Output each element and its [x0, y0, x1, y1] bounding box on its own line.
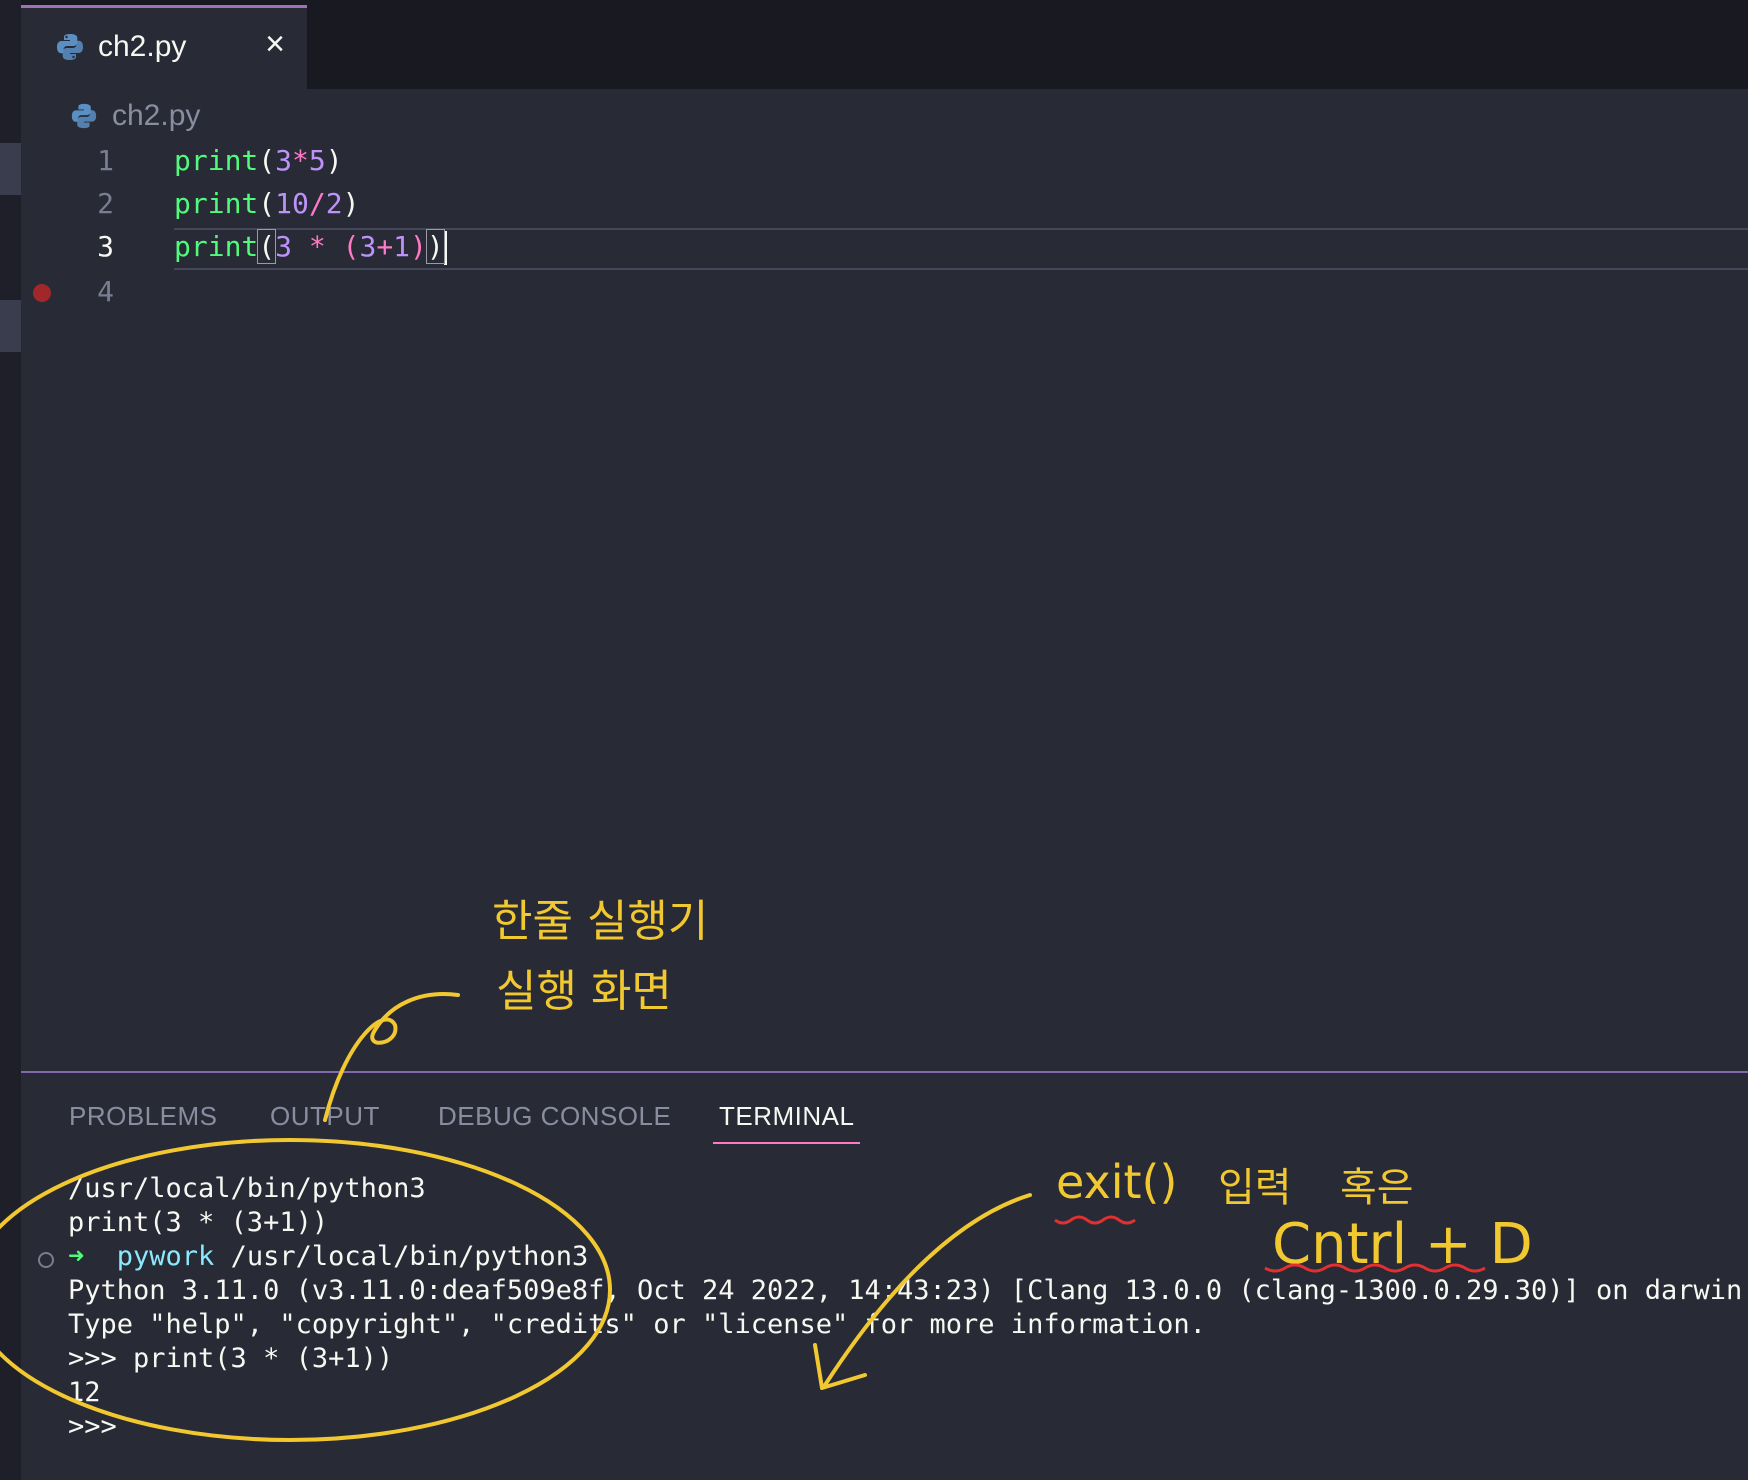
close-icon[interactable]: ×	[255, 24, 295, 64]
code-text: print(10/2)	[174, 187, 360, 220]
code-line[interactable]: 4	[0, 272, 1748, 312]
terminal-line: >>> print(3 * (3+1))	[68, 1343, 394, 1374]
prompt-arrow-icon: ➜	[68, 1241, 85, 1272]
text-cursor	[443, 231, 447, 265]
annotation-korean-1: 한줄 실행기	[492, 896, 709, 947]
terminal-line: print(3 * (3+1))	[68, 1207, 329, 1238]
code-line[interactable]: 2 print(10/2)	[0, 184, 1748, 224]
line-number: 3	[97, 230, 114, 263]
panel-divider	[21, 1071, 1748, 1073]
annotation-underline-exit	[1054, 1215, 1136, 1225]
code-line[interactable]: 1 print(3*5)	[0, 141, 1748, 181]
terminal-line: Python 3.11.0 (v3.11.0:deaf509e8f, Oct 2…	[68, 1275, 1743, 1306]
prompt-directory: pywork	[116, 1241, 215, 1272]
code-text: print(3 * (3+1))	[174, 227, 447, 267]
prompt-status-icon	[38, 1252, 54, 1268]
python-icon	[71, 103, 97, 129]
annotation-input: 입력	[1218, 1165, 1292, 1211]
terminal-line: /usr/local/bin/python3	[68, 1173, 426, 1204]
annotation-arrowhead	[813, 1343, 867, 1390]
line-number: 4	[97, 275, 114, 308]
breadcrumb[interactable]: ch2.py	[70, 96, 200, 136]
python-icon	[57, 34, 83, 60]
annotation-korean-2: 실행 화면	[496, 966, 672, 1017]
code-text: print(3*5)	[174, 144, 343, 177]
tab-terminal[interactable]: TERMINAL	[713, 1090, 861, 1144]
terminal-line: Type "help", "copyright", "credits" or "…	[68, 1309, 1206, 1340]
tab-ch2-py[interactable]: ch2.py ×	[21, 5, 307, 89]
breadcrumb-file: ch2.py	[112, 99, 201, 132]
panel-tabs: PROBLEMS OUTPUT DEBUG CONSOLE TERMINAL	[0, 1090, 1748, 1150]
tab-output[interactable]: OUTPUT	[270, 1090, 380, 1142]
line-number: 1	[97, 144, 114, 177]
terminal-prompt-line: ➜ pywork /usr/local/bin/python3	[68, 1240, 588, 1274]
prompt-command: /usr/local/bin/python3	[214, 1241, 589, 1272]
annotation-ctrl-d: Cntrl + D	[1272, 1212, 1533, 1277]
line-number: 2	[97, 187, 114, 220]
code-line-current[interactable]: 3 print(3 * (3+1))	[0, 227, 1748, 267]
terminal-line: 12	[68, 1377, 101, 1408]
tab-label: ch2.py	[98, 30, 187, 63]
tab-debug-console[interactable]: DEBUG CONSOLE	[438, 1090, 671, 1142]
breakpoint-icon[interactable]	[33, 284, 51, 302]
terminal-line: >>>	[68, 1411, 117, 1442]
annotation-exit: exit()	[1056, 1155, 1178, 1209]
annotation-or: 혹은	[1340, 1165, 1414, 1211]
tab-problems[interactable]: PROBLEMS	[69, 1090, 218, 1142]
